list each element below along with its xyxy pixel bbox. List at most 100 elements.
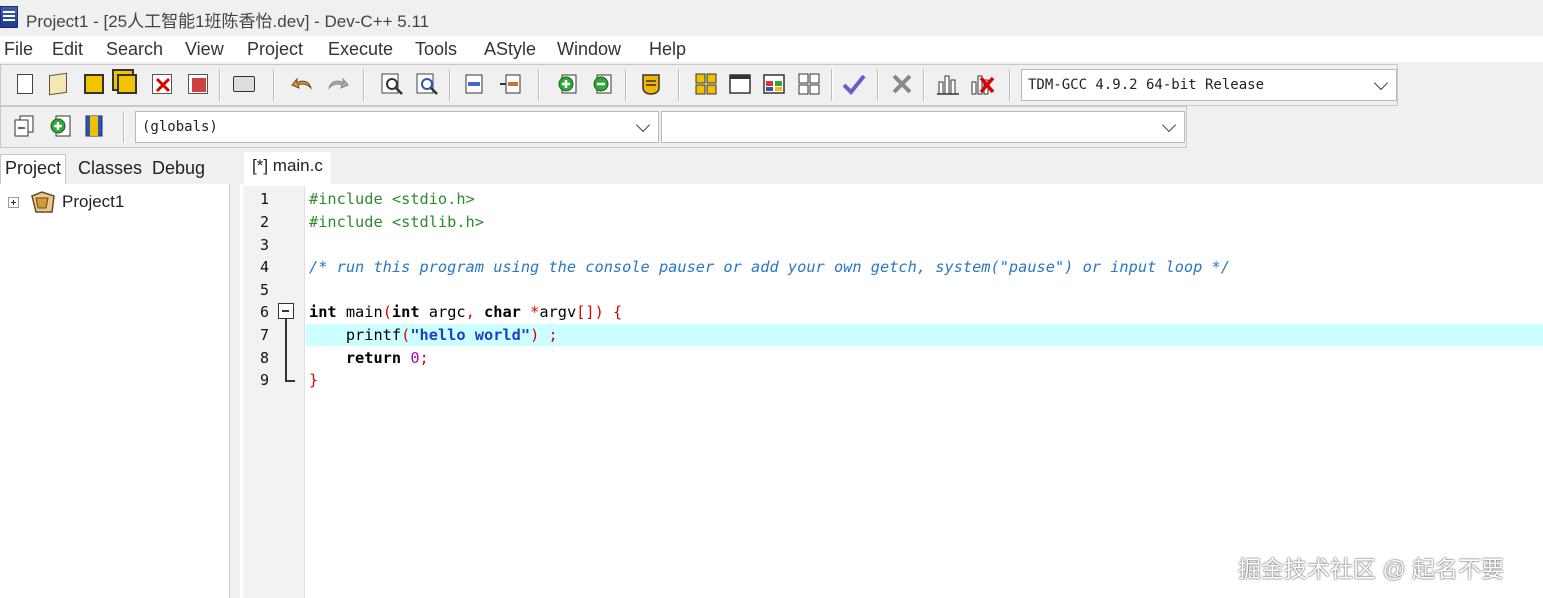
close-all-button[interactable] <box>185 71 211 97</box>
stop-execution-button[interactable] <box>889 71 915 97</box>
menu-project[interactable]: Project <box>247 39 303 60</box>
compiler-select[interactable]: TDM-GCC 4.9.2 64-bit Release <box>1021 69 1397 101</box>
toolbar-separator <box>831 69 833 101</box>
open-button[interactable] <box>45 71 71 97</box>
menu-execute[interactable]: Execute <box>328 39 393 60</box>
tab-classes[interactable]: Classes <box>78 158 142 179</box>
toggle-bookmarks-button[interactable] <box>47 113 73 139</box>
project-options-button[interactable] <box>638 71 664 97</box>
editor-tab-bar <box>240 152 1543 184</box>
indent-button[interactable] <box>555 71 581 97</box>
save-button[interactable] <box>81 71 107 97</box>
new-file-button[interactable] <box>12 71 38 97</box>
window-title: Project1 - [25人工智能1班陈香怡.dev] - Dev-C++ 5… <box>26 12 430 31</box>
code-token: * <box>520 303 540 321</box>
delete-profile-button[interactable] <box>969 71 995 97</box>
insert-code-icon <box>14 115 34 137</box>
open-file-icon <box>49 72 67 96</box>
toolbar-separator <box>625 69 627 101</box>
code-token: printf <box>309 326 402 344</box>
menu-view[interactable]: View <box>185 39 224 60</box>
close-button[interactable] <box>149 71 175 97</box>
title-bar: Project1 - [25人工智能1班陈香怡.dev] - Dev-C++ 5… <box>0 0 1543 36</box>
code-token: { <box>603 303 623 321</box>
redo-icon <box>328 77 349 90</box>
save-all-icon <box>117 74 137 94</box>
replace-button[interactable] <box>414 71 440 97</box>
undo-button[interactable] <box>290 71 316 97</box>
save-all-button[interactable] <box>114 71 140 97</box>
code-line: #include <stdlib.h> <box>309 213 484 231</box>
toolbar-separator <box>877 69 879 101</box>
goto-bookmark-button[interactable] <box>81 113 107 139</box>
tab-main-c[interactable]: [*] main.c <box>244 152 331 184</box>
insert-button[interactable] <box>11 113 37 139</box>
code-line: #include <stdio.h> <box>309 190 475 208</box>
code-line: int main(int argc, char *argv[]) { <box>309 303 622 321</box>
watermark-text: 掘金技术社区 @ 起名不要 <box>1238 556 1505 582</box>
bookmark-icon <box>500 74 521 94</box>
compile-run-button[interactable] <box>761 71 787 97</box>
tree-expand-toggle[interactable] <box>8 197 19 208</box>
redo-button[interactable] <box>324 71 350 97</box>
code-token: } <box>309 371 319 389</box>
code-token: #include <stdio.h> <box>309 190 475 208</box>
find-button[interactable] <box>379 71 405 97</box>
toolbar-separator <box>1009 69 1011 101</box>
tab-debug[interactable]: Debug <box>152 158 205 179</box>
function-select[interactable] <box>661 111 1185 143</box>
goto-line-button[interactable] <box>461 71 487 97</box>
chevron-down-icon <box>1373 75 1389 91</box>
add-bookmark-icon <box>50 115 71 137</box>
syntax-check-button[interactable] <box>841 71 867 97</box>
run-button[interactable] <box>727 71 753 97</box>
scope-select[interactable]: (globals) <box>135 111 659 143</box>
compiler-select-value: TDM-GCC 4.9.2 64-bit Release <box>1028 77 1265 93</box>
menu-file[interactable]: File <box>4 39 33 60</box>
compile-button[interactable] <box>693 71 719 97</box>
project-folder-icon <box>31 191 55 213</box>
code-token: argc <box>419 303 466 321</box>
tab-project[interactable]: Project <box>0 154 67 184</box>
fold-collapse-toggle[interactable] <box>278 303 294 319</box>
bookmark-book-icon <box>85 115 103 137</box>
code-token: ; <box>419 349 429 367</box>
toolbar-separator <box>678 69 680 101</box>
menu-edit[interactable]: Edit <box>52 39 83 60</box>
editor-gutter <box>243 186 305 598</box>
code-line: printf("hello world") ; <box>309 326 558 344</box>
profile-button[interactable] <box>935 71 961 97</box>
code-token: ( <box>382 303 392 321</box>
menu-window[interactable]: Window <box>557 39 621 60</box>
main-toolbar: TDM-GCC 4.9.2 64-bit Release <box>0 64 1398 106</box>
code-token: char <box>474 303 521 321</box>
new-file-icon <box>17 74 33 94</box>
unindent-icon <box>593 74 612 94</box>
line-number: 5 <box>260 281 270 299</box>
menu-help[interactable]: Help <box>649 39 686 60</box>
left-panel-tabs: Project Classes Debug <box>0 152 230 184</box>
line-number: 6 <box>260 303 270 321</box>
printer-icon <box>233 76 255 92</box>
menu-search[interactable]: Search <box>106 39 163 60</box>
toolbar-separator <box>219 69 221 101</box>
code-token: return <box>309 349 402 367</box>
find-icon <box>381 73 403 95</box>
toggle-bookmark-button[interactable] <box>497 71 523 97</box>
menu-astyle[interactable]: AStyle <box>484 39 536 60</box>
code-token: 0 <box>410 349 420 367</box>
unindent-button[interactable] <box>590 71 616 97</box>
line-number: 7 <box>260 326 270 344</box>
tree-item-project1[interactable]: Project1 <box>62 192 124 212</box>
menu-tools[interactable]: Tools <box>415 39 457 60</box>
print-button[interactable] <box>231 71 257 97</box>
code-token: ) <box>530 326 540 344</box>
line-number: 1 <box>260 190 270 208</box>
project-panel <box>0 152 230 598</box>
chevron-down-icon <box>1161 117 1177 133</box>
line-number: 9 <box>260 371 270 389</box>
compile-run-icon <box>763 74 785 94</box>
rebuild-all-button[interactable] <box>796 71 822 97</box>
toolbar-separator <box>923 69 925 101</box>
